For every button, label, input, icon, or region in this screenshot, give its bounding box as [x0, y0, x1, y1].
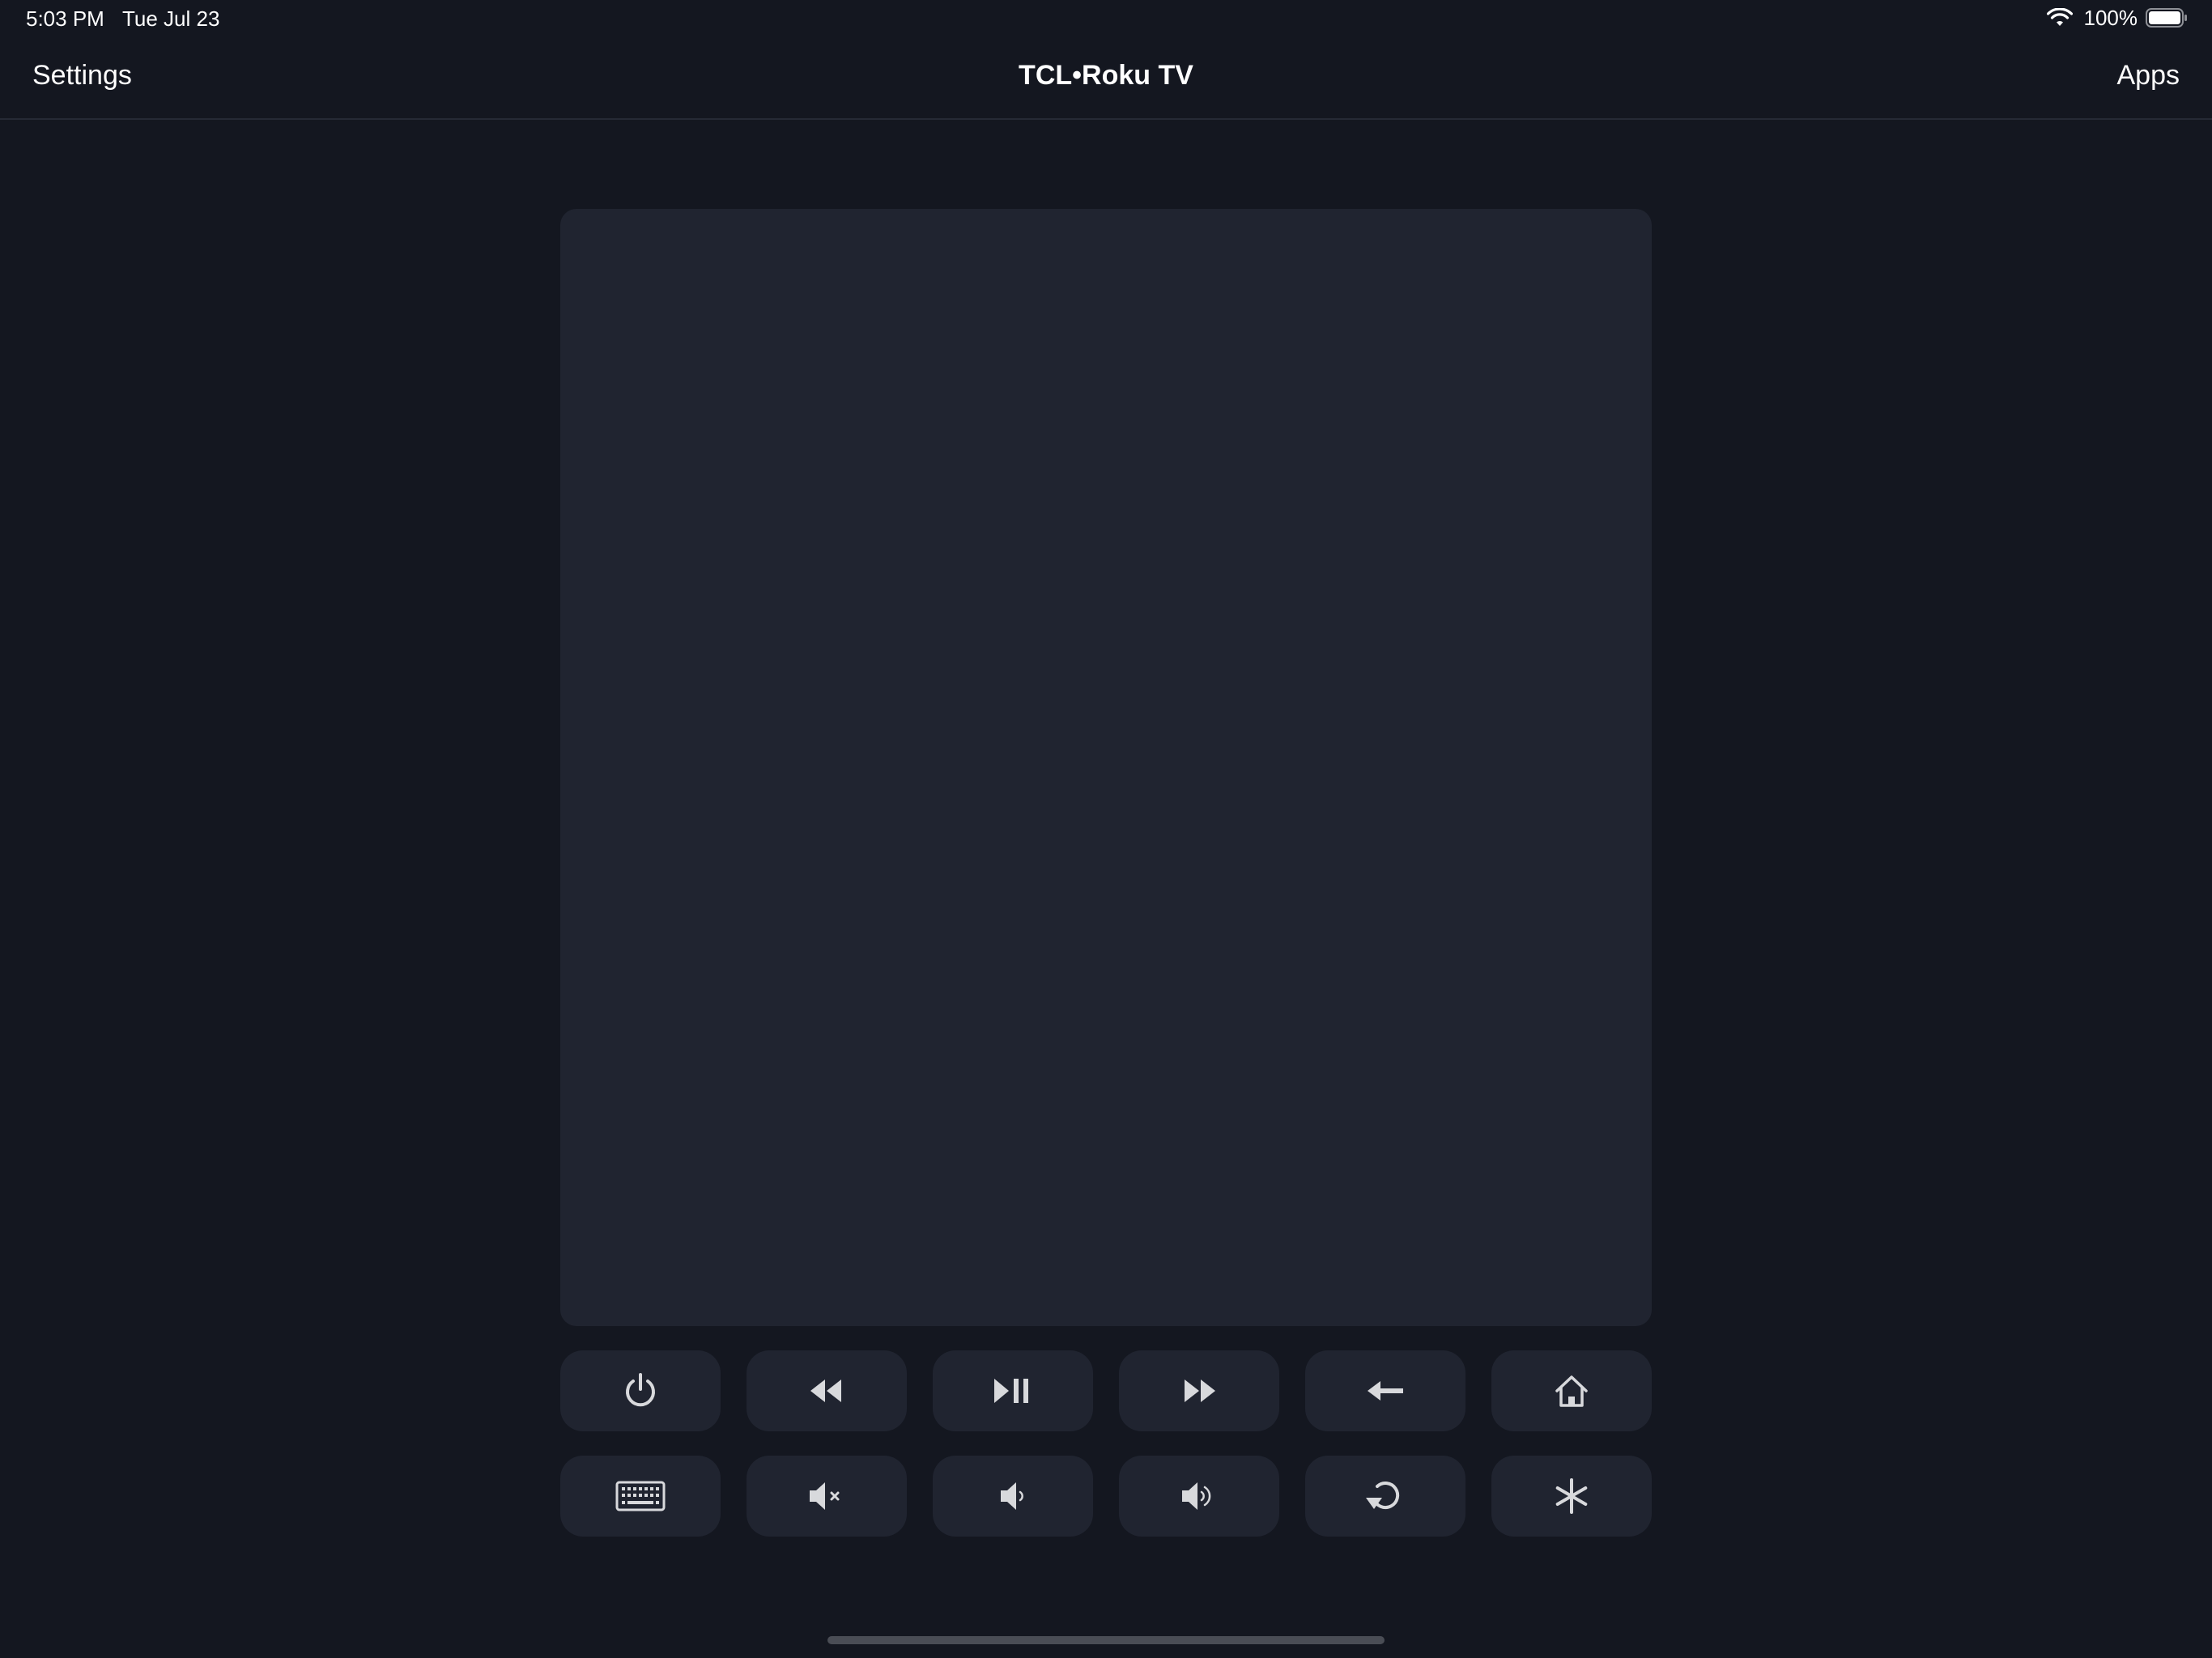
apps-button[interactable]: Apps [2117, 60, 2180, 91]
volume-down-button[interactable] [933, 1456, 1093, 1537]
replay-button[interactable] [1305, 1456, 1465, 1537]
volume-up-button[interactable] [1119, 1456, 1279, 1537]
back-arrow-icon [1368, 1381, 1403, 1401]
volume-down-icon [1001, 1482, 1023, 1510]
power-icon [626, 1373, 655, 1407]
status-bar: 5:03 PM Tue Jul 23 100% [0, 0, 2212, 36]
touchpad[interactable] [560, 209, 1652, 1326]
play-pause-icon [994, 1379, 1028, 1403]
playback-controls-row [560, 1350, 1652, 1431]
mute-icon [810, 1482, 840, 1510]
device-title: TCL•Roku TV [1019, 60, 1193, 91]
battery-icon [2146, 8, 2187, 28]
keyboard-button[interactable] [560, 1456, 721, 1537]
status-indicators: 100% [2046, 5, 2189, 31]
remote-screen: 5:03 PM Tue Jul 23 100% Settings TCL•Rok… [0, 0, 2212, 1658]
keyboard-icon [615, 1481, 666, 1511]
battery-percent: 100% [2083, 5, 2138, 30]
replay-icon [1366, 1482, 1400, 1510]
home-icon [1555, 1375, 1588, 1407]
volume-up-icon [1182, 1482, 1211, 1510]
wifi-icon [2046, 8, 2073, 26]
nav-bar: Settings TCL•Roku TV Apps [0, 36, 2212, 120]
options-asterisk-icon [1555, 1478, 1588, 1514]
power-button[interactable] [560, 1350, 721, 1431]
status-date: Tue Jul 23 [122, 6, 220, 31]
fast-forward-button[interactable] [1119, 1350, 1279, 1431]
volume-controls-row [560, 1456, 1652, 1537]
back-button[interactable] [1305, 1350, 1465, 1431]
home-button[interactable] [1491, 1350, 1652, 1431]
mute-button[interactable] [747, 1456, 907, 1537]
rewind-icon [810, 1380, 841, 1402]
fast-forward-icon [1185, 1380, 1215, 1402]
status-time: 5:03 PM [26, 6, 104, 31]
home-indicator[interactable] [827, 1636, 1385, 1644]
options-button[interactable] [1491, 1456, 1652, 1537]
play-pause-button[interactable] [933, 1350, 1093, 1431]
rewind-button[interactable] [747, 1350, 907, 1431]
